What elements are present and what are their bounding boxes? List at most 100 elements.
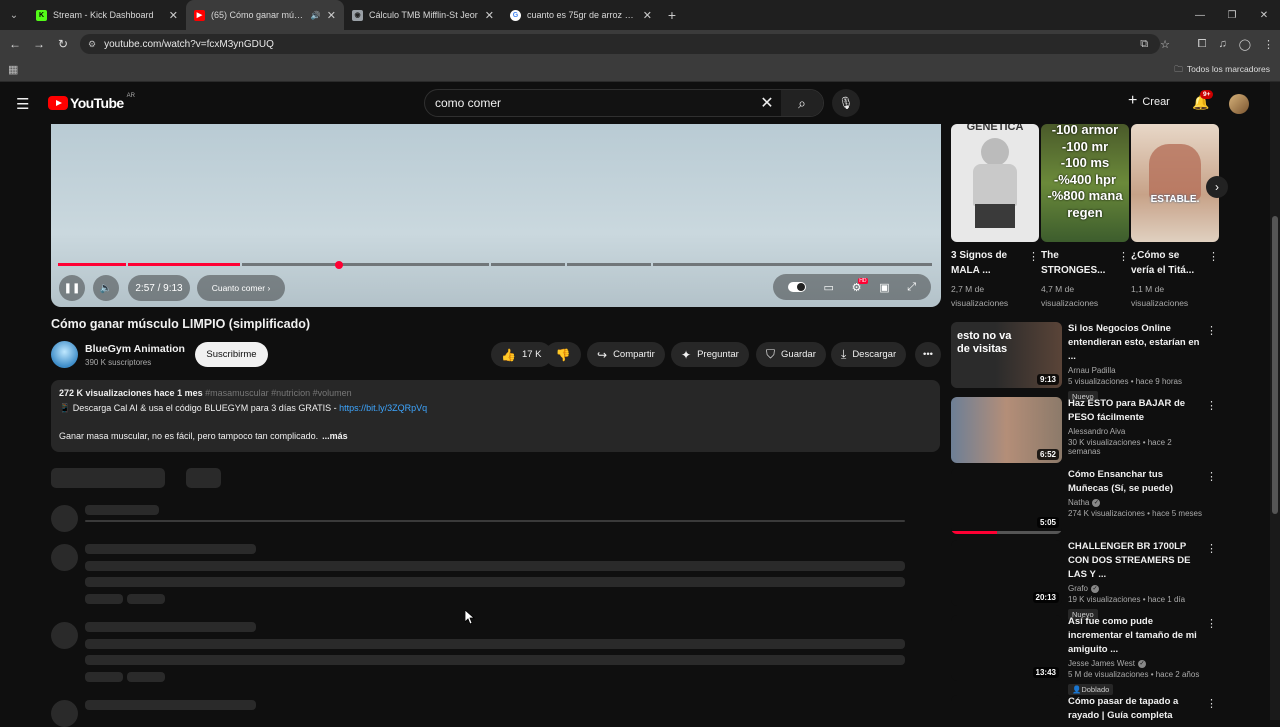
volume-button[interactable]: 🔈	[93, 275, 119, 301]
more-actions-button[interactable]: •••	[915, 342, 941, 367]
rec-channel[interactable]: Grafo ✓	[1068, 584, 1206, 593]
recommended-video[interactable]: 5:05 Cómo Ensanchar tus Muñecas (Sí, se …	[951, 468, 1221, 538]
back-icon[interactable]: ←	[3, 37, 27, 51]
recommended-video[interactable]: esto no va de visitas 9:13 Si los Negoci…	[951, 322, 1221, 402]
extensions-icon[interactable]: ⧠	[1198, 38, 1207, 51]
autoplay-toggle[interactable]	[787, 282, 806, 292]
rec-channel[interactable]: Jesse James West ✓	[1068, 659, 1206, 668]
shorts-title[interactable]: ¿Cómo se vería el Titá...	[1131, 248, 1203, 278]
url-field[interactable]: ⚙ youtube.com/watch?v=fcxM3ynGDUQ	[80, 34, 1160, 54]
more-vertical-icon[interactable]: ⋮	[1206, 399, 1217, 412]
site-info-icon[interactable]: ⚙	[88, 39, 96, 50]
forward-icon[interactable]: →	[27, 37, 51, 51]
maximize-icon[interactable]: ❐	[1216, 10, 1248, 21]
tab-youtube[interactable]: ▶ (65) Cómo ganar músculo LIMPIO (simpli…	[186, 0, 344, 30]
search-button[interactable]: ⌕	[781, 90, 823, 116]
all-bookmarks-button[interactable]: 🗀 Todos los marcadores	[1174, 64, 1270, 78]
more-vertical-icon[interactable]: ⋮	[1206, 617, 1217, 630]
rec-channel[interactable]: Natha ✓	[1068, 498, 1206, 507]
description-box[interactable]: 272 K visualizaciones hace 1 mes #masamu…	[51, 380, 940, 452]
profile-icon[interactable]: ◯	[1239, 38, 1251, 51]
video-thumbnail[interactable]	[951, 695, 1062, 720]
guide-menu-icon[interactable]: ☰	[16, 95, 29, 113]
new-tab-button[interactable]: +	[660, 7, 684, 23]
miniplayer-icon[interactable]: ▣	[879, 281, 889, 294]
install-app-icon[interactable]: ⧉	[1140, 38, 1148, 51]
chapter-segment[interactable]	[241, 263, 489, 266]
mute-tab-icon[interactable]: 🔊	[311, 11, 321, 20]
tab-close-icon[interactable]: ✕	[643, 9, 652, 22]
youtube-logo[interactable]: YouTube AR	[48, 93, 135, 111]
rec-title[interactable]: Haz ESTO para BAJAR de PESO fácilmente	[1068, 397, 1206, 425]
account-avatar[interactable]	[1229, 94, 1249, 114]
progress-bar[interactable]	[58, 263, 932, 266]
like-button[interactable]: 👍 17 K	[491, 342, 552, 367]
chapter-segment[interactable]	[491, 263, 565, 266]
clear-search-icon[interactable]: ✕	[753, 93, 781, 113]
more-vertical-icon[interactable]: ⋮	[1206, 542, 1217, 555]
save-button[interactable]: ⛉ Guardar	[756, 342, 826, 367]
settings-gear-icon[interactable]: ⚙ HD	[852, 277, 868, 294]
more-vertical-icon[interactable]: ⋮	[1206, 470, 1217, 483]
bookmark-star-icon[interactable]: ☆	[1160, 38, 1170, 51]
video-thumbnail[interactable]: 13:43	[951, 615, 1062, 681]
tab-tmb[interactable]: ◉ Cálculo TMB Mifflin-St Jeor ✕	[344, 0, 502, 30]
tab-kick[interactable]: K Stream - Kick Dashboard ✕	[28, 0, 186, 30]
scrubber-handle[interactable]	[335, 261, 343, 269]
tab-google[interactable]: G cuanto es 75gr de arroz crudo en cocid…	[502, 0, 660, 30]
promo-link[interactable]: https://bit.ly/3ZQRpVq	[339, 403, 427, 413]
subtitles-icon[interactable]: ▭	[824, 281, 834, 294]
chapter-segment[interactable]	[58, 263, 126, 266]
rec-channel[interactable]: Alessandro Aiva	[1068, 427, 1206, 436]
rec-title[interactable]: Cómo Ensanchar tus Muñecas (Sí, se puede…	[1068, 468, 1206, 496]
page-scrollbar[interactable]	[1270, 82, 1280, 720]
more-vertical-icon[interactable]: ⋮	[1118, 250, 1129, 263]
tab-close-icon[interactable]: ✕	[327, 9, 336, 22]
more-vertical-icon[interactable]: ⋮	[1028, 250, 1039, 263]
shelf-next-arrow-icon[interactable]: ›	[1206, 176, 1228, 198]
shorts-thumbnail[interactable]: GENETICA	[951, 124, 1039, 242]
rec-title[interactable]: Cómo pasar de tapado a rayado | Guía com…	[1068, 695, 1206, 720]
video-thumbnail[interactable]: esto no va de visitas 9:13	[951, 322, 1062, 388]
tab-search-chevron-icon[interactable]: ⌄	[0, 0, 28, 30]
download-button[interactable]: ⤓ Descargar	[831, 342, 907, 367]
apps-grid-icon[interactable]: ▦	[8, 63, 18, 76]
recommended-video[interactable]: 6:52 Haz ESTO para BAJAR de PESO fácilme…	[951, 397, 1221, 467]
video-thumbnail[interactable]: 5:05	[951, 468, 1062, 534]
tab-close-icon[interactable]: ✕	[169, 9, 178, 22]
dislike-button[interactable]: 👎	[545, 342, 581, 367]
shorts-title[interactable]: The STRONGES...	[1041, 248, 1113, 278]
chapter-segment[interactable]	[652, 263, 932, 266]
rec-title[interactable]: Así fue como pude incrementar el tamaño …	[1068, 615, 1206, 657]
recommended-video[interactable]: Cómo pasar de tapado a rayado | Guía com…	[951, 695, 1221, 720]
chapter-button[interactable]: Cuanto comer ›	[197, 275, 285, 301]
hashtags[interactable]: #masamuscular #nutricion #volumen	[205, 388, 352, 398]
shorts-card[interactable]: GENETICA 3 Signos de MALA ... 2,7 M de v…	[951, 124, 1039, 314]
more-vertical-icon[interactable]: ⋮	[1208, 250, 1219, 263]
fullscreen-icon[interactable]: ⤢	[907, 281, 916, 294]
channel-name[interactable]: BlueGym Animation	[85, 343, 185, 355]
search-input[interactable]	[425, 90, 753, 116]
notifications-bell-icon[interactable]: 🔔 9+	[1192, 90, 1214, 111]
share-button[interactable]: ↪ Compartir	[587, 342, 665, 367]
chapter-segment[interactable]	[566, 263, 651, 266]
shorts-thumbnail[interactable]: -100 armor -100 mr -100 ms -%400 hpr -%8…	[1041, 124, 1129, 242]
recommended-video[interactable]: 20:13 CHALLENGER BR 1700LP CON DOS STREA…	[951, 540, 1221, 620]
scrollbar-thumb[interactable]	[1272, 216, 1278, 514]
video-player[interactable]: ❚❚ 🔈 2:57 / 9:13 Cuanto comer › ▭ ⚙ HD ▣ …	[51, 124, 941, 307]
browser-menu-icon[interactable]: ⋮	[1263, 38, 1274, 51]
shorts-card[interactable]: ESTABLE. ¿Cómo se vería el Titá... 1,1 M…	[1131, 124, 1219, 314]
ask-button[interactable]: ✦ Preguntar	[671, 342, 749, 367]
shorts-card[interactable]: -100 armor -100 mr -100 ms -%400 hpr -%8…	[1041, 124, 1129, 314]
rec-channel[interactable]: Arnau Padilla	[1068, 366, 1206, 375]
minimize-icon[interactable]: —	[1184, 10, 1216, 21]
video-thumbnail[interactable]: 6:52	[951, 397, 1062, 463]
channel-avatar[interactable]	[51, 341, 78, 368]
shorts-title[interactable]: 3 Signos de MALA ...	[951, 248, 1023, 278]
voice-search-icon[interactable]: 🎙	[832, 89, 860, 117]
subscribe-button[interactable]: Suscribirme	[195, 342, 268, 367]
media-controls-icon[interactable]: ♫	[1218, 38, 1226, 50]
video-thumbnail[interactable]: 20:13	[951, 540, 1062, 606]
tab-close-icon[interactable]: ✕	[485, 9, 494, 22]
rec-title[interactable]: CHALLENGER BR 1700LP CON DOS STREAMERS D…	[1068, 540, 1206, 582]
